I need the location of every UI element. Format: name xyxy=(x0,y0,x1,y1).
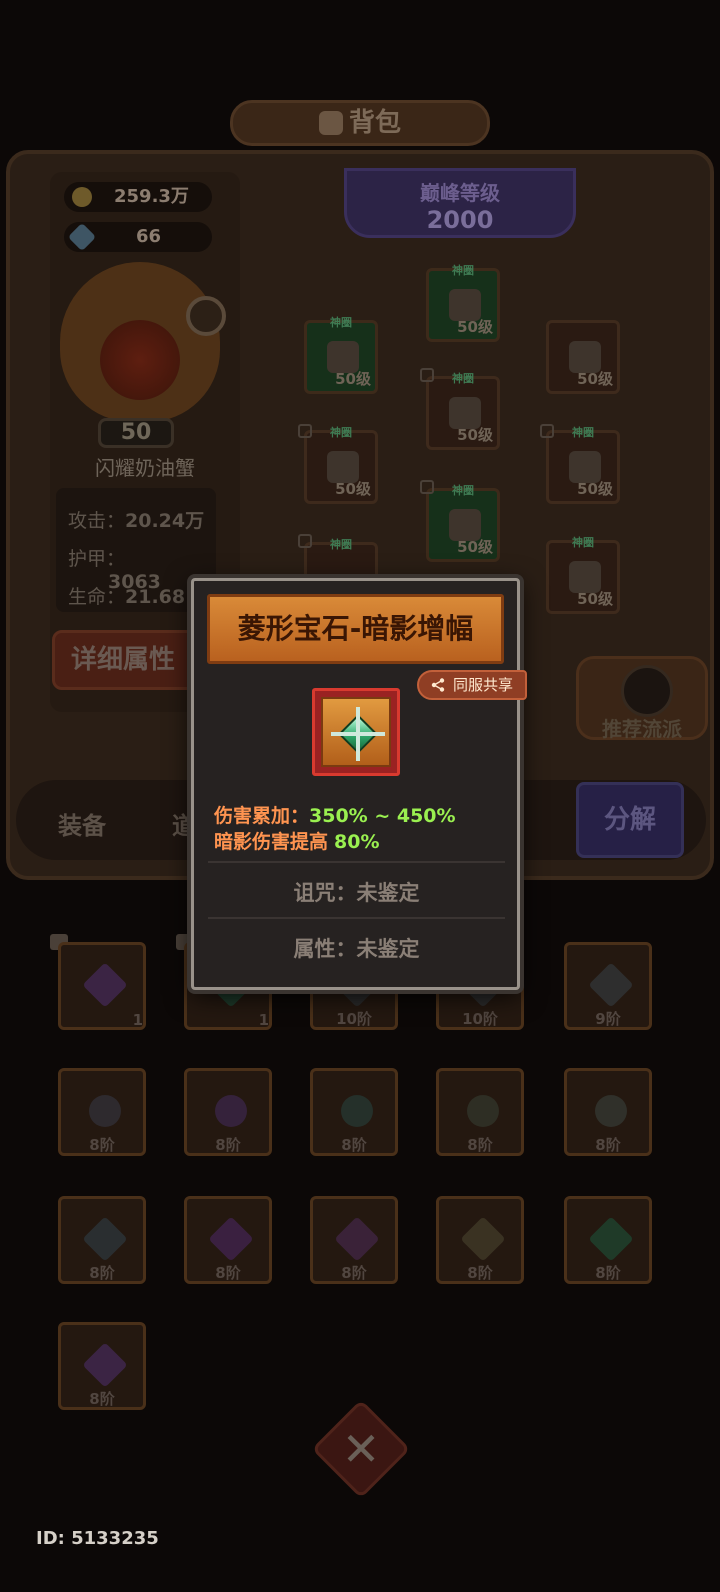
lock-icon xyxy=(420,480,434,494)
item-icon-frame xyxy=(312,688,400,776)
player-id: ID: 5133235 xyxy=(36,1528,159,1549)
share-icon xyxy=(431,678,445,692)
inventory-slot[interactable]: 8阶 xyxy=(436,1196,524,1284)
crescent-item-icon xyxy=(588,1088,634,1134)
inventory-slot[interactable]: 8阶 xyxy=(58,1322,146,1410)
divider xyxy=(208,917,505,919)
peak-level-label: 巅峰等级 xyxy=(420,181,500,205)
backpack-icon xyxy=(318,111,343,135)
equip-slot-boots[interactable]: 神圈 xyxy=(304,538,378,582)
gem-item-icon xyxy=(588,962,634,1008)
crescent-item-icon xyxy=(208,1088,254,1134)
equip-slot-pants[interactable]: 神圈 50级 xyxy=(426,484,500,562)
divider xyxy=(208,861,505,863)
peak-level-value: 2000 xyxy=(426,206,494,234)
gem-icon xyxy=(67,222,97,252)
crescent-item-icon xyxy=(460,1088,506,1134)
inventory-slot[interactable]: 8阶 xyxy=(58,1196,146,1284)
item-title: 菱形宝石-暗影增幅 xyxy=(207,594,504,664)
inventory-slot[interactable]: 8阶 xyxy=(310,1196,398,1284)
gem-counter: 66 xyxy=(64,222,212,252)
pet-core xyxy=(100,320,180,400)
shadow-damage-stat: 暗影伤害提高 80% xyxy=(214,831,380,853)
peak-level-banner: 巅峰等级 2000 xyxy=(344,168,576,238)
inventory-slot[interactable]: 8阶 xyxy=(184,1196,272,1284)
equip-slot-gloves[interactable]: 神圈 50级 xyxy=(304,426,378,504)
crescent-item-icon xyxy=(334,1088,380,1134)
detail-attributes-button[interactable]: 详细属性 xyxy=(52,630,200,690)
crescent-item-icon xyxy=(82,1088,128,1134)
gem-item-icon xyxy=(82,1342,128,1388)
inventory-slot[interactable]: 1 xyxy=(58,942,146,1030)
attribute-status: 属性：未鉴定 xyxy=(293,937,420,961)
inventory-slot[interactable]: 8阶 xyxy=(564,1196,652,1284)
equip-slot-armor[interactable]: 神圈 50级 xyxy=(426,372,500,450)
stat-hp: 生命：21.68 xyxy=(68,586,186,608)
inventory-slot[interactable]: 8阶 xyxy=(58,1068,146,1156)
gold-counter: 259.3万 xyxy=(64,182,212,212)
coin-icon xyxy=(72,187,92,207)
inventory-slot[interactable]: 8阶 xyxy=(436,1068,524,1156)
pet-level: 50 xyxy=(98,418,174,448)
recommend-build-button[interactable]: 推荐流派 xyxy=(576,656,708,741)
inventory-slot[interactable]: 9阶 xyxy=(564,942,652,1030)
decompose-button[interactable]: 分解 xyxy=(576,782,684,858)
pet-name: 闪耀奶油蟹 xyxy=(95,456,195,480)
tab-equipment[interactable]: 装备 xyxy=(58,806,106,841)
equip-slot-helmet[interactable]: 神圈 50级 xyxy=(304,316,378,394)
inventory-slot[interactable]: 8阶 xyxy=(310,1068,398,1156)
lock-icon xyxy=(298,424,312,438)
stat-attack: 攻击：20.24万 xyxy=(68,510,205,532)
lock-icon xyxy=(298,534,312,548)
backpack-title: 背包 xyxy=(230,100,490,146)
gem-item-icon xyxy=(82,962,128,1008)
equip-slot-ring[interactable]: 神圈 50级 xyxy=(546,426,620,504)
item-detail-popup: 菱形宝石-暗影增幅 伤害累加：350% ~ 450% 暗影伤害提高 80% 诅咒：… xyxy=(191,578,520,990)
game-screen: 背包 259.3万 66 50 闪耀奶油蟹 攻击：20.24万 护甲：3063 … xyxy=(0,0,720,1592)
damage-stack-stat: 伤害累加：350% ~ 450% xyxy=(214,805,456,827)
gem-item-icon xyxy=(208,1216,254,1262)
equip-slot-belt[interactable]: 神圈 50级 xyxy=(546,536,620,614)
thumbs-up-icon xyxy=(621,665,673,717)
gem-item-icon xyxy=(334,1216,380,1262)
lock-icon xyxy=(540,424,554,438)
inventory-slot[interactable]: 8阶 xyxy=(184,1068,272,1156)
inventory-slot[interactable]: 8阶 xyxy=(564,1068,652,1156)
gem-item-icon xyxy=(588,1216,634,1262)
gem-item-icon xyxy=(460,1216,506,1262)
pet-swap-icon[interactable] xyxy=(186,296,226,336)
curse-status: 诅咒：未鉴定 xyxy=(293,881,420,905)
close-icon[interactable]: ✕ xyxy=(326,1414,396,1484)
equip-slot-necklace[interactable]: 50级 xyxy=(546,320,620,394)
lock-icon xyxy=(420,368,434,382)
gem-item-icon xyxy=(82,1216,128,1262)
equip-slot-weapon[interactable]: 神圈 50级 xyxy=(426,264,500,342)
share-button[interactable]: 同服共享 xyxy=(417,670,527,700)
